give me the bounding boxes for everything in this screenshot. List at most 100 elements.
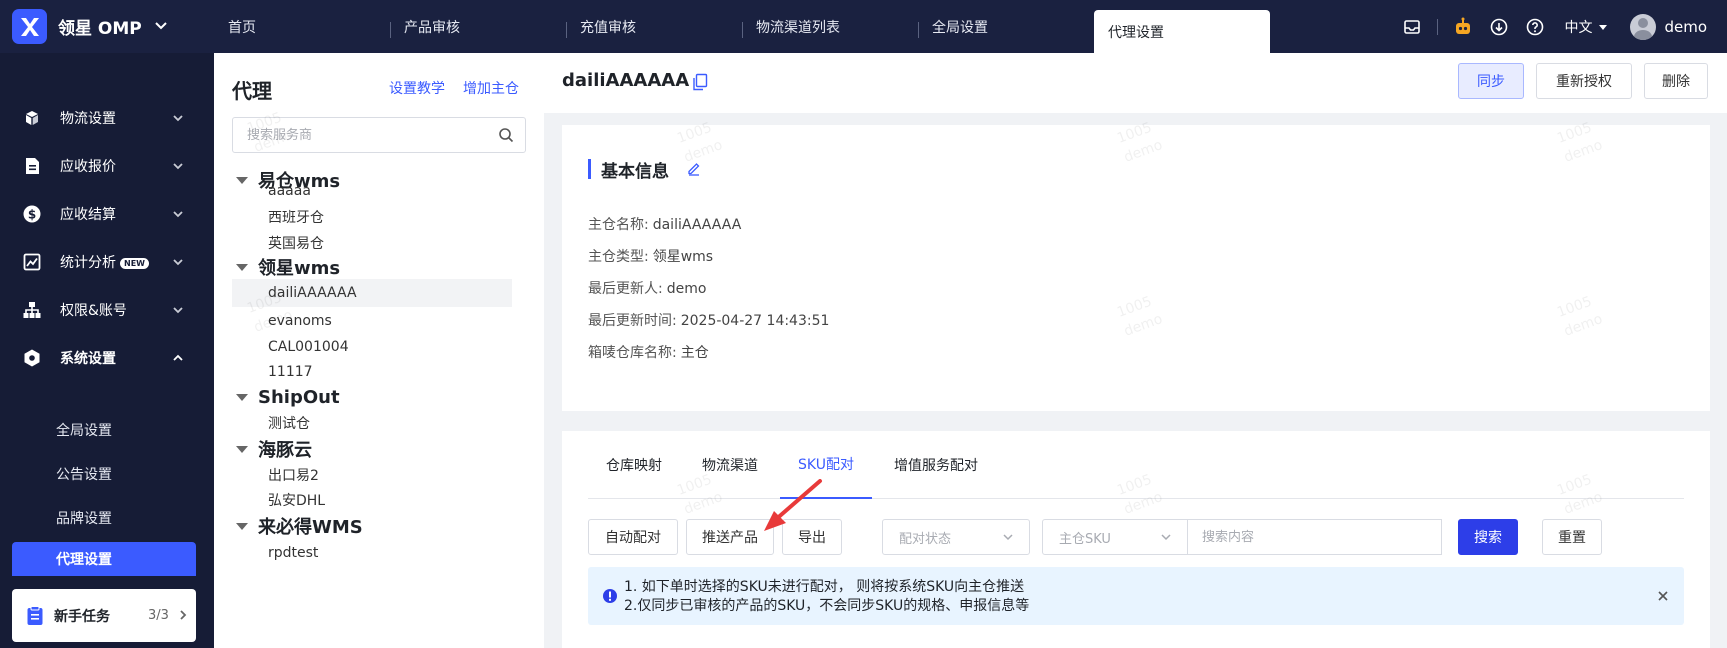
topbar-actions: 中文 demo [1401,0,1707,53]
delete-button[interactable]: 删除 [1644,63,1708,99]
sidebar-item-system-settings[interactable]: 系统设置 [0,336,214,380]
inbox-icon[interactable] [1401,16,1423,38]
tab-value-added-matching[interactable]: 增值服务配对 [876,431,996,499]
tree-leaf-selected[interactable]: dailiAAAAAA [232,279,512,307]
tree-leaf[interactable]: CAL001004 [232,333,512,361]
sidebar-item-receivable-settlement[interactable]: $ 应收结算 [0,192,214,236]
language-label: 中文 [1564,19,1593,36]
tree-group-shipout[interactable]: ShipOut [236,384,340,410]
tree-group-label: 海豚云 [258,440,312,461]
nav-tab-global-settings[interactable]: 全局设置 [918,0,1094,53]
avatar [1630,13,1657,40]
divider [1437,18,1439,35]
language-switcher[interactable]: 中文 [1564,17,1608,37]
tab-label: 增值服务配对 [894,458,978,474]
tree-leaf[interactable]: 西班牙仓 [232,203,512,231]
nav-tab-recharge-review[interactable]: 充值审核 [566,0,742,53]
push-product-button[interactable]: 推送产品 [686,519,774,555]
edit-pencil-icon[interactable] [686,160,702,176]
info-row-shipping-mark-warehouse: 箱唛仓库名称: 主仓 [588,342,709,362]
tree-group-laibide-wms[interactable]: 来必得WMS [236,513,363,539]
tree-leaf[interactable]: rpdtest [232,539,512,567]
section-title: 基本信息 [588,159,669,182]
chevron-down-icon [173,259,183,266]
export-button[interactable]: 导出 [782,519,842,555]
reauthorize-button[interactable]: 重新授权 [1536,63,1632,99]
sidebar-item-statistics[interactable]: 统计分析 NEW [0,240,214,284]
user-menu[interactable]: demo [1630,13,1707,40]
sidebar-item-label: 统计分析 NEW [60,252,149,272]
newbie-tasks-label: 新手任务 [54,608,110,625]
tree-group-label: 来必得WMS [258,517,363,538]
nav-tab-label: 首页 [228,19,256,36]
sync-button[interactable]: 同步 [1458,63,1524,99]
app-name[interactable]: 领星 OMP [58,14,142,39]
tree-leaf[interactable]: 出口易2 [232,461,512,489]
nav-tab-agent-settings[interactable]: 代理设置 [1094,10,1270,53]
download-circle-icon[interactable] [1488,16,1510,38]
auto-match-button[interactable]: 自动配对 [588,519,678,555]
tab-sku-matching[interactable]: SKU配对 [780,431,872,499]
provider-search-input[interactable] [232,117,526,153]
select-placeholder: 配对状态 [899,531,952,547]
sidebar-sub-item-global-settings[interactable]: 全局设置 [0,410,214,450]
tree-leaf-label: 弘安DHL [268,493,326,509]
tree-leaf[interactable]: 测试仓 [232,409,512,437]
basic-info-card: 基本信息 主仓名称: dailiAAAAAA 主仓类型: 领星wms 最后更新人: d… [562,125,1710,411]
chevron-down-icon [173,163,183,170]
search-icon[interactable] [498,127,514,143]
newbie-tasks-count: 3/3 [148,608,169,623]
tree-group-lingxing-wms[interactable]: 领星wms [236,254,340,280]
robot-assistant-icon[interactable] [1452,16,1474,38]
nav-tab-label: 充值审核 [580,19,636,36]
org-tree-icon [22,300,42,320]
sidebar-item-receivable-quote[interactable]: 应收报价 [0,144,214,188]
main-content: dailiAAAAAA 同步 重新授权 删除 基本信息 主仓名称: dailiAA… [544,53,1727,648]
help-circle-icon[interactable] [1524,16,1546,38]
tab-label: 物流渠道 [702,458,758,474]
app-switch-chevron-down-icon[interactable] [152,16,170,34]
tree-group-haitunyun[interactable]: 海豚云 [236,436,312,462]
info-value: 领星wms [652,249,714,265]
tree-leaf[interactable]: 11117 [232,358,512,386]
search-button[interactable]: 搜索 [1458,519,1518,555]
tab-warehouse-mapping[interactable]: 仓库映射 [588,431,680,499]
sidebar-item-label: 应收结算 [60,207,116,223]
caret-down-icon [236,393,248,401]
reset-button[interactable]: 重置 [1542,519,1602,555]
sidebar-item-permissions[interactable]: 权限&账号 [0,288,214,332]
tree-leaf-label: CAL001004 [268,339,349,355]
tree-leaf[interactable]: aaaaa [232,177,512,205]
setup-tutorial-link[interactable]: 设置教学 [389,78,445,98]
tab-logistics-channels[interactable]: 物流渠道 [684,431,776,499]
tree-leaf[interactable]: 英国易仓 [232,229,512,257]
notice-line: 1. 如下单时选择的SKU未进行配对， 则将按系统SKU向主仓推送 [624,579,1025,595]
info-label: 最后更新人: [588,281,663,297]
nav-tab-home[interactable]: 首页 [214,0,390,53]
add-main-warehouse-link[interactable]: 增加主仓 [463,78,519,98]
nav-tab-logistics-channels[interactable]: 物流渠道列表 [742,0,918,53]
tree-leaf[interactable]: 弘安DHL [232,486,512,514]
nav-tabs: 首页 产品审核 充值审核 物流渠道列表 全局设置 代理设置 [214,0,1270,53]
sidebar-sub-item-announcement-settings[interactable]: 公告设置 [0,454,214,494]
tab-label: SKU配对 [798,457,854,473]
sidebar-item-logistics-settings[interactable]: 物流设置 [0,96,214,140]
search-content-input[interactable] [1188,519,1442,555]
sidebar-sub-item-brand-settings[interactable]: 品牌设置 [0,498,214,538]
app-logo[interactable] [12,9,47,44]
sidebar-sub-item-agent-settings[interactable]: 代理设置 [12,542,196,576]
copy-icon[interactable] [692,73,708,91]
info-notice: 1. 如下单时选择的SKU未进行配对， 则将按系统SKU向主仓推送 2.仅同步已… [588,567,1684,625]
newbie-tasks-button[interactable]: 新手任务 3/3 [12,589,196,642]
notice-line: 2.仅同步已审核的产品的SKU，不会同步SKU的规格、申报信息等 [624,598,1030,614]
settings-hex-icon [22,348,42,368]
tree-leaf-label: 测试仓 [268,416,310,432]
nav-tab-product-review[interactable]: 产品审核 [390,0,566,53]
sidebar-item-label: 系统设置 [60,351,116,367]
tree-leaf[interactable]: evanoms [232,307,512,335]
close-icon[interactable] [1656,589,1670,603]
sku-field-select[interactable]: 主仓SKU [1042,519,1188,555]
chevron-right-icon [180,610,187,620]
match-status-select[interactable]: 配对状态 [882,519,1030,555]
svg-text:$: $ [28,208,36,222]
